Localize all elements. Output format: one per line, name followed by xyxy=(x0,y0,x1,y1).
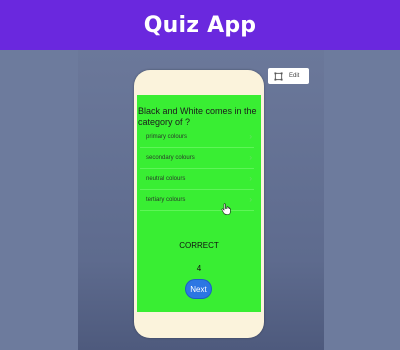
chevron-right-icon: › xyxy=(249,174,252,183)
option-tertiary-colours[interactable]: tertiary colours › xyxy=(140,192,254,211)
edit-button[interactable]: Edit xyxy=(268,68,309,84)
option-label: tertiary colours xyxy=(146,197,186,203)
app-title-bar: Quiz App xyxy=(0,0,400,50)
chevron-right-icon: › xyxy=(249,132,252,141)
crop-frame-icon xyxy=(274,71,283,81)
option-primary-colours[interactable]: primary colours › xyxy=(140,129,254,148)
edit-label: Edit xyxy=(289,73,300,79)
quiz-question: Black and White comes in the category of… xyxy=(138,106,257,127)
hand-cursor-icon xyxy=(221,203,231,215)
option-label: primary colours xyxy=(146,134,188,140)
next-button[interactable]: Next xyxy=(186,280,211,298)
option-label: secondary colours xyxy=(146,155,195,161)
page: Quiz App Black and White comes in the ca… xyxy=(0,0,400,350)
app-title: Quiz App xyxy=(143,12,257,38)
chevron-right-icon: › xyxy=(249,153,252,162)
chevron-right-icon: › xyxy=(249,195,252,204)
option-label: neutral colours xyxy=(146,176,186,182)
option-neutral-colours[interactable]: neutral colours › xyxy=(140,171,254,190)
result-status: CORRECT xyxy=(179,241,219,250)
option-secondary-colours[interactable]: secondary colours › xyxy=(140,150,254,169)
score-value: 4 xyxy=(196,264,202,273)
